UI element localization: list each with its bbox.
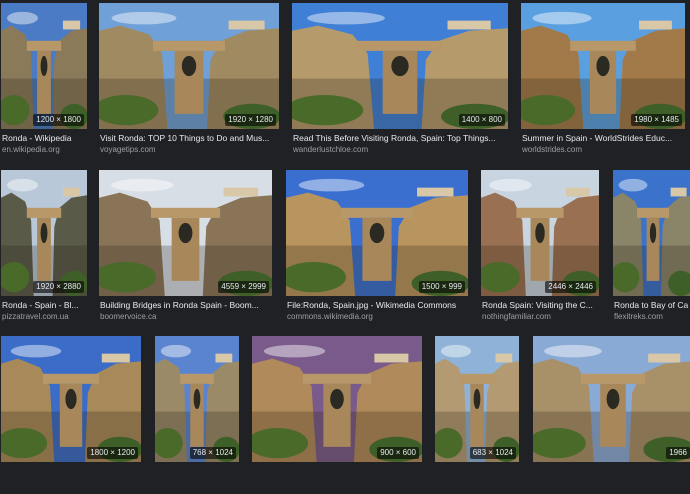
- result-thumbnail[interactable]: 1500 × 999: [286, 170, 468, 296]
- gorge-bridge-photo: [1, 3, 87, 129]
- image-result-8[interactable]: 2446 × 2446 Ronda Spain: Visiting the C..…: [481, 170, 599, 328]
- result-source[interactable]: nothingfamiliar.com: [482, 312, 598, 322]
- gorge-bridge-photo: [99, 170, 272, 296]
- image-dimensions-badge: 1920 × 1280: [225, 114, 276, 126]
- result-source[interactable]: wanderlustchloe.com: [293, 145, 507, 155]
- image-result-14[interactable]: 1966: [533, 336, 690, 494]
- image-dimensions-badge: 1966: [666, 447, 690, 459]
- result-source[interactable]: voyagetips.com: [100, 145, 278, 155]
- result-thumbnail[interactable]: [613, 170, 690, 296]
- gorge-bridge-photo: [155, 336, 239, 462]
- result-thumbnail[interactable]: 1980 × 1485: [521, 3, 685, 129]
- image-dimensions-badge: 1200 × 1800: [33, 114, 84, 126]
- result-source[interactable]: en.wikipedia.org: [2, 145, 86, 155]
- image-result-6[interactable]: 4559 × 2999 Building Bridges in Ronda Spa…: [99, 170, 272, 328]
- gorge-bridge-photo: [252, 336, 422, 462]
- image-result-7[interactable]: 1500 × 999 File:Ronda, Spain.jpg - Wikime…: [286, 170, 468, 328]
- image-dimensions-badge: 1800 × 1200: [87, 447, 138, 459]
- image-result-2[interactable]: 1920 × 1280 Visit Ronda: TOP 10 Things to…: [99, 3, 279, 161]
- image-result-5[interactable]: 1920 × 2880 Ronda - Spain - Bl... pizzatra…: [1, 170, 87, 328]
- gorge-bridge-photo: [533, 336, 690, 462]
- image-dimensions-badge: 1500 × 999: [418, 281, 465, 293]
- result-thumbnail[interactable]: 1920 × 2880: [1, 170, 87, 296]
- gorge-bridge-photo: [613, 170, 690, 296]
- result-source[interactable]: worldstrides.com: [522, 145, 684, 155]
- result-title[interactable]: Read This Before Visiting Ronda, Spain: …: [293, 133, 507, 144]
- result-source[interactable]: flexitreks.com: [614, 312, 690, 322]
- result-thumbnail[interactable]: 1800 × 1200: [1, 336, 141, 462]
- image-result-12[interactable]: 900 × 600: [252, 336, 422, 494]
- image-dimensions-badge: 900 × 600: [377, 447, 419, 459]
- image-dimensions-badge: 768 × 1024: [189, 447, 236, 459]
- result-thumbnail[interactable]: 1966: [533, 336, 690, 462]
- image-result-9[interactable]: Ronda to Bay of Ca flexitreks.com: [613, 170, 690, 328]
- image-result-11[interactable]: 768 × 1024: [155, 336, 239, 494]
- image-dimensions-badge: 1920 × 2880: [33, 281, 84, 293]
- result-thumbnail[interactable]: 1200 × 1800: [1, 3, 87, 129]
- image-dimensions-badge: 1980 × 1485: [631, 114, 682, 126]
- result-title[interactable]: Building Bridges in Ronda Spain - Boom..…: [100, 300, 271, 311]
- result-thumbnail[interactable]: 1400 × 800: [292, 3, 508, 129]
- result-title[interactable]: Ronda Spain: Visiting the C...: [482, 300, 598, 311]
- result-thumbnail[interactable]: 4559 × 2999: [99, 170, 272, 296]
- result-title[interactable]: Ronda - Spain - Bl...: [2, 300, 86, 311]
- gorge-bridge-photo: [99, 3, 279, 129]
- image-dimensions-badge: 1400 × 800: [458, 114, 505, 126]
- gorge-bridge-photo: [286, 170, 468, 296]
- result-thumbnail[interactable]: 1920 × 1280: [99, 3, 279, 129]
- result-title[interactable]: File:Ronda, Spain.jpg - Wikimedia Common…: [287, 300, 467, 311]
- result-title[interactable]: Summer in Spain - WorldStrides Educ...: [522, 133, 684, 144]
- gorge-bridge-photo: [435, 336, 519, 462]
- image-result-4[interactable]: 1980 × 1485 Summer in Spain - WorldStride…: [521, 3, 685, 161]
- image-dimensions-badge: 683 × 1024: [469, 447, 516, 459]
- result-thumbnail[interactable]: 683 × 1024: [435, 336, 519, 462]
- image-result-1[interactable]: 1200 × 1800 Ronda - Wikipedia en.wikipedia…: [1, 3, 87, 161]
- result-title[interactable]: Visit Ronda: TOP 10 Things to Do and Mus…: [100, 133, 278, 144]
- result-source[interactable]: commons.wikimedia.org: [287, 312, 467, 322]
- gorge-bridge-photo: [521, 3, 685, 129]
- result-source[interactable]: boomervoice.ca: [100, 312, 271, 322]
- image-result-3[interactable]: 1400 × 800 Read This Before Visiting Rond…: [292, 3, 508, 161]
- gorge-bridge-photo: [1, 336, 141, 462]
- image-dimensions-badge: 2446 × 2446: [545, 281, 596, 293]
- result-source[interactable]: pizzatravel.com.ua: [2, 312, 86, 322]
- image-result-10[interactable]: 1800 × 1200: [1, 336, 141, 494]
- gorge-bridge-photo: [1, 170, 87, 296]
- result-thumbnail[interactable]: 900 × 600: [252, 336, 422, 462]
- result-thumbnail[interactable]: 2446 × 2446: [481, 170, 599, 296]
- result-title[interactable]: Ronda to Bay of Ca: [614, 300, 690, 311]
- result-title[interactable]: Ronda - Wikipedia: [2, 133, 86, 144]
- gorge-bridge-photo: [292, 3, 508, 129]
- image-result-13[interactable]: 683 × 1024: [435, 336, 519, 494]
- image-dimensions-badge: 4559 × 2999: [218, 281, 269, 293]
- gorge-bridge-photo: [481, 170, 599, 296]
- result-thumbnail[interactable]: 768 × 1024: [155, 336, 239, 462]
